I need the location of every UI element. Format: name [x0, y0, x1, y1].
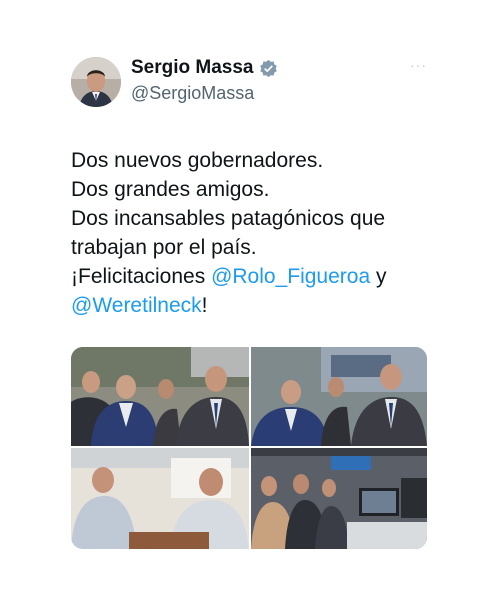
author-name[interactable]: Sergio Massa: [131, 57, 278, 79]
author-handle[interactable]: @SergioMassa: [131, 82, 254, 104]
tweet-text-line: trabajan por el país.: [71, 236, 257, 259]
author-avatar[interactable]: [71, 57, 121, 107]
verified-badge-icon: [259, 59, 278, 78]
tweet-text-line: Dos grandes amigos.: [71, 178, 270, 201]
mention-link[interactable]: @Rolo_Figueroa: [211, 265, 370, 288]
tweet-text-line: @Weretilneck!: [71, 291, 451, 320]
tweet-text-line: ¡Felicitaciones @Rolo_Figueroa y: [71, 262, 451, 291]
media-photo-2[interactable]: [251, 347, 427, 446]
tweet-text-fragment: !: [201, 294, 208, 317]
tweet-text-fragment: y: [370, 265, 387, 288]
tweet-text-line: Dos nuevos gobernadores.: [71, 149, 324, 172]
tweet-text-line: Dos incansables patagónicos que: [71, 207, 386, 230]
media-photo-1[interactable]: [71, 347, 249, 446]
author-name-text[interactable]: Sergio Massa: [131, 57, 254, 79]
media-grid: [71, 347, 427, 549]
tweet-text-fragment: ¡Felicitaciones: [71, 265, 212, 288]
more-options-icon[interactable]: ···: [410, 58, 427, 72]
mention-link[interactable]: @Weretilneck: [71, 294, 202, 317]
media-photo-4[interactable]: [251, 448, 427, 549]
tweet-card: Sergio Massa @SergioMassa ··· Dos nuevos…: [0, 0, 493, 616]
tweet-text: Dos nuevos gobernadores. Dos grandes ami…: [71, 146, 451, 320]
media-photo-3[interactable]: [71, 448, 249, 549]
